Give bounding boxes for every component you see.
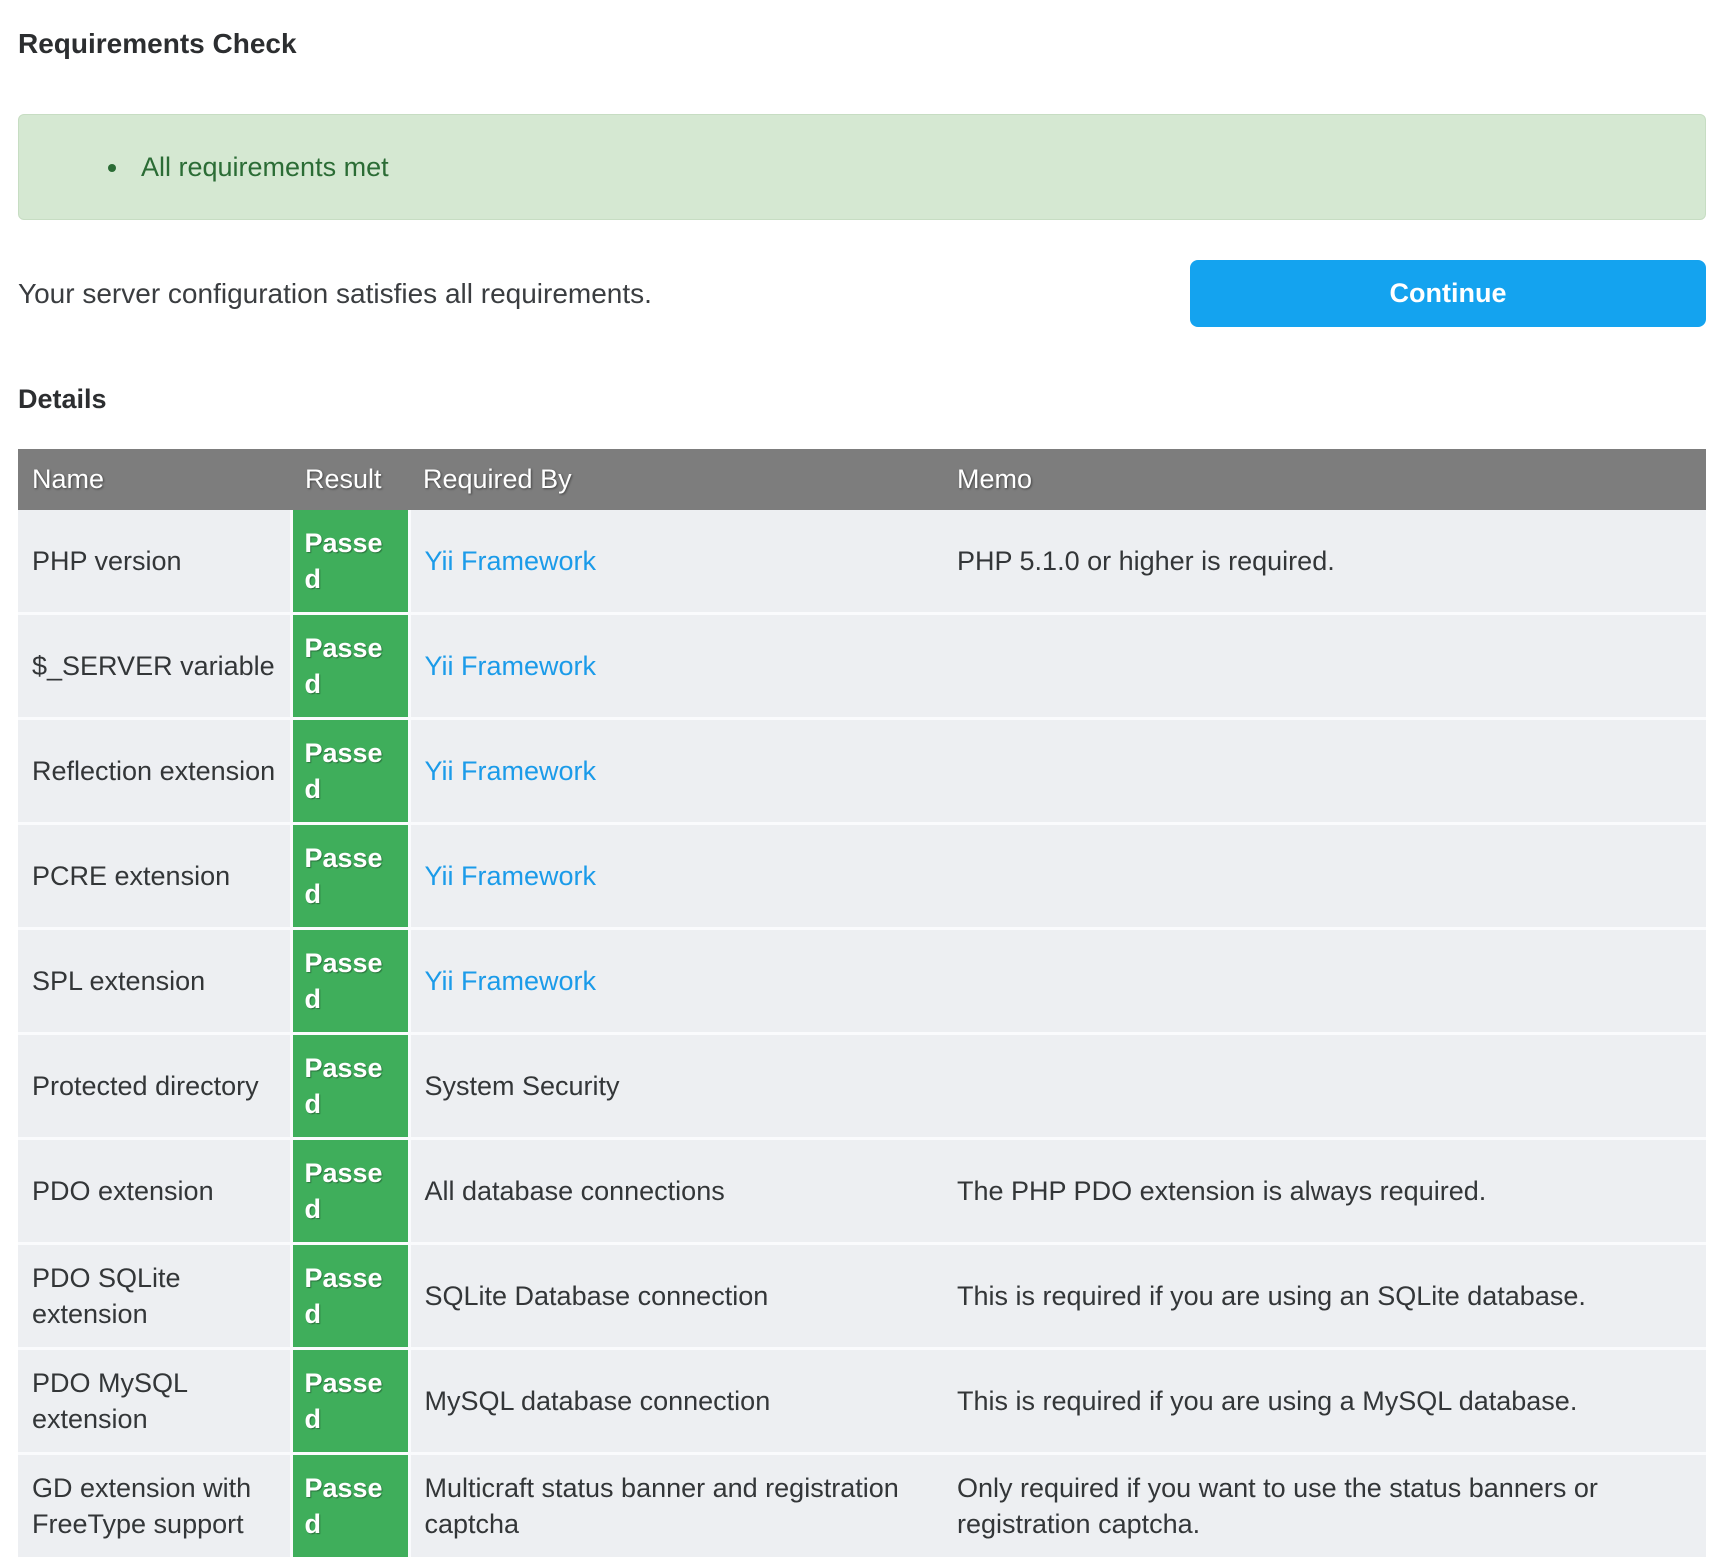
continue-button[interactable]: Continue: [1190, 260, 1706, 327]
cell-name: PHP version: [18, 510, 291, 614]
required-by-text[interactable]: SQLite Database connection: [425, 1281, 769, 1311]
required-by-text[interactable]: System Security: [425, 1071, 620, 1101]
cell-memo: [943, 824, 1706, 929]
cell-required-by: SQLite Database connection: [409, 1244, 943, 1349]
table-row: Protected directory Passed System Securi…: [18, 1034, 1706, 1139]
cell-memo: [943, 614, 1706, 719]
cell-memo: [943, 719, 1706, 824]
cell-memo: [943, 1034, 1706, 1139]
alert-list: All requirements met: [19, 151, 1705, 183]
table-row: PHP version Passed Yii Framework PHP 5.1…: [18, 510, 1706, 614]
cell-required-by: MySQL database connection: [409, 1349, 943, 1454]
cell-memo: This is required if you are using an SQL…: [943, 1244, 1706, 1349]
alert-item: All requirements met: [131, 151, 1705, 183]
required-by-text[interactable]: Yii Framework: [425, 546, 597, 576]
required-by-text[interactable]: Yii Framework: [425, 966, 597, 996]
cell-required-by: Yii Framework: [409, 614, 943, 719]
required-by-text[interactable]: MySQL database connection: [425, 1386, 771, 1416]
table-header-cell: Memo: [943, 449, 1706, 510]
result-badge: Passed: [291, 1139, 409, 1244]
result-badge: Passed: [291, 719, 409, 824]
cell-memo: This is required if you are using a MySQ…: [943, 1349, 1706, 1454]
table-row: Reflection extension Passed Yii Framewor…: [18, 719, 1706, 824]
required-by-text[interactable]: All database connections: [425, 1176, 725, 1206]
table-body: PHP version Passed Yii Framework PHP 5.1…: [18, 510, 1706, 1557]
result-badge: Passed: [291, 1454, 409, 1557]
result-badge: Passed: [291, 824, 409, 929]
cell-required-by: Yii Framework: [409, 824, 943, 929]
cell-memo: Only required if you want to use the sta…: [943, 1454, 1706, 1557]
table-row: PDO MySQL extension Passed MySQL databas…: [18, 1349, 1706, 1454]
cell-name: GD extension with FreeType support: [18, 1454, 291, 1557]
result-badge: Passed: [291, 614, 409, 719]
page-title: Requirements Check: [18, 28, 1706, 60]
cell-memo: PHP 5.1.0 or higher is required.: [943, 510, 1706, 614]
cell-name: Protected directory: [18, 1034, 291, 1139]
result-badge: Passed: [291, 1034, 409, 1139]
cell-required-by: Yii Framework: [409, 929, 943, 1034]
table-row: PDO extension Passed All database connec…: [18, 1139, 1706, 1244]
table-row: PDO SQLite extension Passed SQLite Datab…: [18, 1244, 1706, 1349]
required-by-text[interactable]: Yii Framework: [425, 756, 597, 786]
cell-name: PCRE extension: [18, 824, 291, 929]
table-row: GD extension with FreeType support Passe…: [18, 1454, 1706, 1557]
required-by-text[interactable]: Multicraft status banner and registratio…: [425, 1473, 899, 1539]
table-row: $_SERVER variable Passed Yii Framework: [18, 614, 1706, 719]
details-heading: Details: [18, 384, 1706, 415]
required-by-text[interactable]: Yii Framework: [425, 651, 597, 681]
cell-required-by: Multicraft status banner and registratio…: [409, 1454, 943, 1557]
cell-required-by: All database connections: [409, 1139, 943, 1244]
cell-name: $_SERVER variable: [18, 614, 291, 719]
cell-name: Reflection extension: [18, 719, 291, 824]
summary-text: Your server configuration satisfies all …: [18, 277, 652, 311]
page: Requirements Check All requirements met …: [0, 28, 1724, 1557]
table-row: PCRE extension Passed Yii Framework: [18, 824, 1706, 929]
result-badge: Passed: [291, 1349, 409, 1454]
table-row: SPL extension Passed Yii Framework: [18, 929, 1706, 1034]
required-by-text[interactable]: Yii Framework: [425, 861, 597, 891]
table-header-row: Name Result Required By Memo: [18, 449, 1706, 510]
success-alert: All requirements met: [18, 114, 1706, 220]
cell-required-by: Yii Framework: [409, 510, 943, 614]
cell-required-by: Yii Framework: [409, 719, 943, 824]
cell-required-by: System Security: [409, 1034, 943, 1139]
table-header-cell: Name: [18, 449, 291, 510]
cell-name: PDO SQLite extension: [18, 1244, 291, 1349]
cell-name: SPL extension: [18, 929, 291, 1034]
table-header-cell: Required By: [409, 449, 943, 510]
result-badge: Passed: [291, 1244, 409, 1349]
cell-name: PDO MySQL extension: [18, 1349, 291, 1454]
cell-memo: [943, 929, 1706, 1034]
table-header-cell: Result: [291, 449, 409, 510]
action-row: Your server configuration satisfies all …: [18, 260, 1706, 327]
result-badge: Passed: [291, 510, 409, 614]
cell-memo: The PHP PDO extension is always required…: [943, 1139, 1706, 1244]
cell-name: PDO extension: [18, 1139, 291, 1244]
result-badge: Passed: [291, 929, 409, 1034]
requirements-table: Name Result Required By Memo PHP version…: [18, 449, 1706, 1557]
